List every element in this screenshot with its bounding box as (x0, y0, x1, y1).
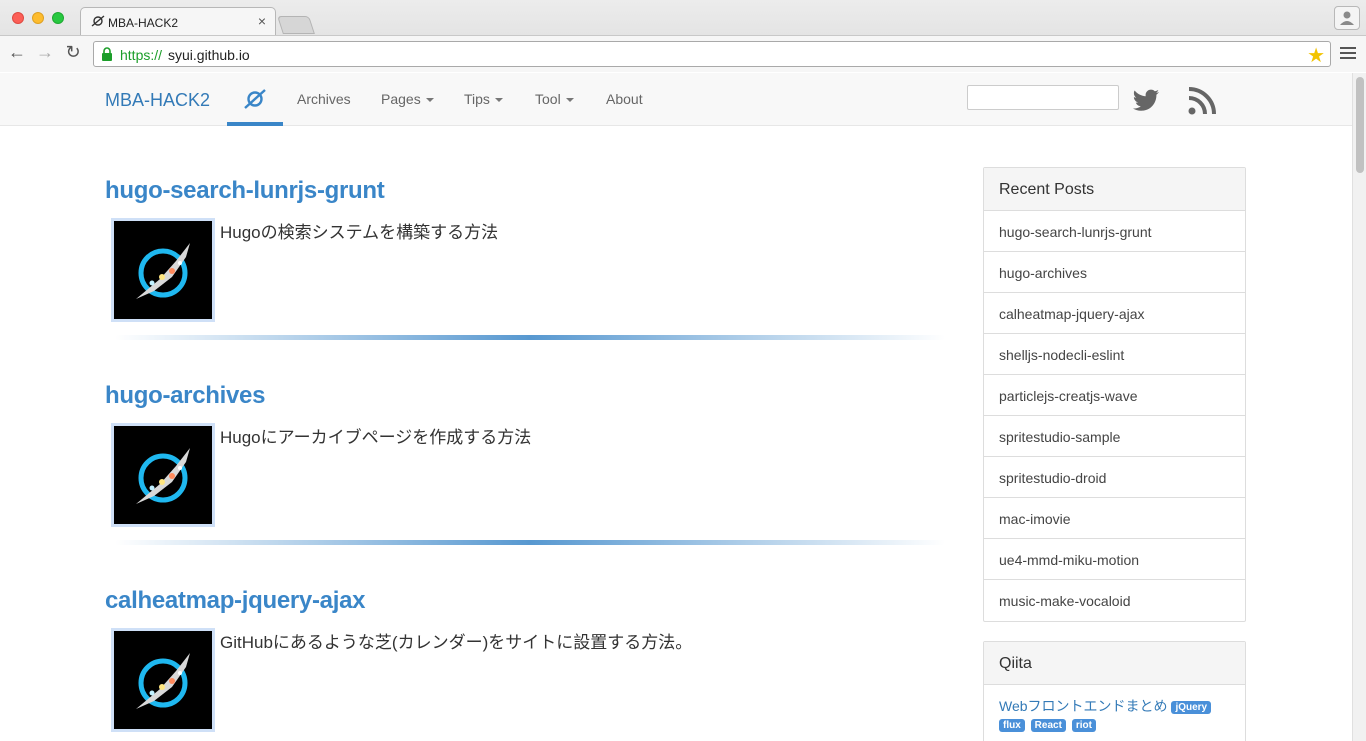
recent-post-link[interactable]: music-make-vocaloid (984, 580, 1245, 621)
recent-posts-panel: Recent Posts hugo-search-lunrjs-grunt hu… (983, 167, 1246, 622)
recent-post-link[interactable]: calheatmap-jquery-ajax (984, 293, 1245, 334)
profile-icon[interactable] (1334, 6, 1360, 30)
nav-tips-label: Tips (464, 91, 490, 107)
recent-post-link[interactable]: hugo-search-lunrjs-grunt (984, 211, 1245, 252)
recent-post-link[interactable]: particlejs-creatjs-wave (984, 375, 1245, 416)
post-divider (115, 540, 945, 545)
nav-logo-link[interactable] (227, 73, 283, 126)
caret-down-icon (565, 98, 574, 103)
post-thumbnail[interactable] (111, 423, 215, 527)
rss-icon[interactable] (1188, 87, 1216, 115)
window-close-button[interactable] (12, 12, 24, 24)
forward-icon[interactable]: → (34, 41, 56, 63)
post-divider (115, 335, 945, 340)
browser-tab[interactable]: MBA-HACK2 × (80, 7, 276, 35)
caret-down-icon (425, 98, 434, 103)
recent-post-link[interactable]: ue4-mmd-miku-motion (984, 539, 1245, 580)
browser-toolbar: ← → ↻ https:// syui.github.io ★ (0, 35, 1366, 72)
tag-badge[interactable]: flux (999, 718, 1025, 732)
new-tab-button[interactable] (277, 16, 315, 34)
tab-close-icon[interactable]: × (258, 13, 266, 29)
lock-icon (102, 47, 112, 61)
recent-post-link[interactable]: spritestudio-sample (984, 416, 1245, 457)
caret-down-icon (494, 98, 503, 103)
tag-badge[interactable]: React (1030, 718, 1066, 732)
page-viewport: MBA-HACK2 Archives Pages Tips Tool About… (0, 73, 1352, 741)
recent-post-link[interactable]: spritestudio-droid (984, 457, 1245, 498)
nav-about-label: About (606, 91, 643, 107)
page-scrollbar[interactable] (1352, 73, 1366, 741)
browser-chrome: MBA-HACK2 × ← → ↻ https:// syui.github.i… (0, 0, 1366, 72)
address-bar[interactable]: https:// syui.github.io ★ (93, 41, 1331, 67)
site-brand[interactable]: MBA-HACK2 (105, 90, 210, 111)
tag-badge[interactable]: riot (1071, 718, 1096, 732)
nav-pages-dropdown[interactable]: Pages (381, 91, 434, 107)
nav-tips-dropdown[interactable]: Tips (464, 91, 503, 107)
post-description: Hugoの検索システムを構築する方法 (220, 223, 499, 242)
qiita-heading: Qiita (984, 642, 1245, 685)
nav-tool-label: Tool (535, 91, 561, 107)
falcon-logo-icon (136, 243, 190, 299)
planet-logo-icon (244, 89, 266, 109)
post-thumbnail[interactable] (111, 218, 215, 322)
scrollbar-thumb[interactable] (1356, 77, 1364, 173)
site-navbar: MBA-HACK2 Archives Pages Tips Tool About (0, 73, 1352, 126)
search-input[interactable] (967, 85, 1119, 110)
falcon-logo-icon (136, 653, 190, 709)
recent-posts-heading: Recent Posts (984, 168, 1245, 211)
twitter-icon[interactable] (1132, 89, 1160, 113)
post-title-link[interactable]: hugo-archives (105, 382, 265, 410)
recent-post-link[interactable]: shelljs-nodecli-eslint (984, 334, 1245, 375)
post-description: Hugoにアーカイブページを作成する方法 (220, 428, 532, 447)
tab-title: MBA-HACK2 (108, 16, 179, 30)
recent-post-link[interactable]: mac-imovie (984, 498, 1245, 539)
back-icon[interactable]: ← (6, 41, 28, 63)
url-host: syui.github.io (168, 47, 250, 63)
recent-post-link[interactable]: hugo-archives (984, 252, 1245, 293)
menu-icon[interactable] (1340, 45, 1356, 61)
url-scheme: https:// (120, 47, 163, 63)
post-thumbnail[interactable] (111, 628, 215, 732)
nav-archives[interactable]: Archives (297, 91, 351, 107)
planet-logo-icon (91, 15, 105, 27)
qiita-article-link[interactable]: Webフロントエンドまとめ (999, 698, 1168, 714)
falcon-logo-icon (136, 448, 190, 504)
nav-pages-label: Pages (381, 91, 421, 107)
qiita-body: Webフロントエンドまとめ jQuery flux React riot (984, 685, 1245, 741)
reload-icon[interactable]: ↻ (62, 41, 84, 63)
tag-badge[interactable]: jQuery (1171, 700, 1212, 714)
post-title-link[interactable]: hugo-search-lunrjs-grunt (105, 177, 385, 205)
post-description: GitHubにあるような芝(カレンダー)をサイトに設置する方法。 (220, 633, 693, 652)
nav-archives-label: Archives (297, 91, 351, 107)
window-minimize-button[interactable] (32, 12, 44, 24)
nav-tool-dropdown[interactable]: Tool (535, 91, 574, 107)
qiita-panel: Qiita Webフロントエンドまとめ jQuery flux React ri… (983, 641, 1246, 741)
window-maximize-button[interactable] (52, 12, 64, 24)
star-icon[interactable]: ★ (1307, 43, 1325, 68)
post-title-link[interactable]: calheatmap-jquery-ajax (105, 587, 365, 615)
nav-about[interactable]: About (606, 91, 643, 107)
